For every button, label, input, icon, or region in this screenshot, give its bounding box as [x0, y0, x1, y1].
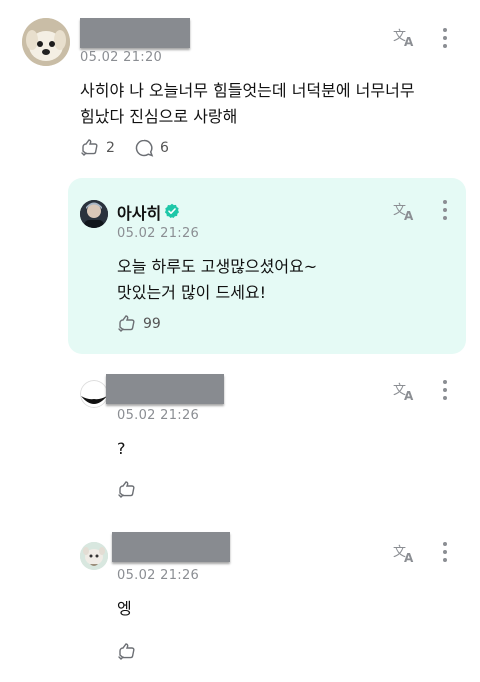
avatar[interactable]: [80, 380, 108, 408]
avatar[interactable]: [80, 200, 108, 228]
translate-icon[interactable]: 文 A: [393, 542, 417, 564]
reply-timestamp: 05.02 21:26: [117, 568, 200, 583]
like-icon: [118, 481, 135, 498]
reply: 05.02 21:26 文 A ?: [0, 368, 480, 518]
comment-button[interactable]: 6: [134, 138, 169, 158]
like-count: 2: [106, 140, 115, 156]
post-timestamp: 05.02 21:20: [80, 50, 163, 65]
redacted-username: [106, 374, 224, 404]
avatar[interactable]: [22, 18, 70, 66]
reply-text: 엥: [117, 599, 132, 618]
svg-text:A: A: [404, 389, 414, 402]
like-icon: [81, 139, 98, 156]
like-count: 99: [143, 316, 161, 332]
more-vertical-icon[interactable]: [442, 380, 448, 400]
like-button[interactable]: 99: [117, 314, 161, 334]
like-button[interactable]: 2: [80, 138, 115, 158]
artist-name[interactable]: 아사히: [117, 200, 161, 224]
translate-icon[interactable]: 文 A: [393, 26, 417, 48]
comment-icon: [135, 139, 154, 157]
like-button[interactable]: [117, 642, 143, 662]
redacted-username: [80, 18, 190, 48]
artist-reply: 아사히 05.02 21:26 文 A 오늘 하루도 고생많으셨어요~ 맛있는거…: [0, 178, 480, 354]
reply: 05.02 21:26 文 A 엥: [0, 530, 480, 680]
avatar[interactable]: [80, 542, 108, 570]
verified-badge-icon: [164, 203, 179, 218]
like-icon: [118, 643, 135, 660]
reply-text: 오늘 하루도 고생많으셨어요~ 맛있는거 많이 드세요!: [117, 257, 318, 302]
fan-post: 05.02 21:20 文 A 사히야 나 오늘너무 힘들엇는데 너덕분에 너무…: [0, 0, 480, 170]
more-vertical-icon[interactable]: [442, 542, 448, 562]
like-button[interactable]: [117, 480, 143, 500]
translate-icon[interactable]: 文 A: [393, 200, 417, 222]
reply-timestamp: 05.02 21:26: [117, 408, 200, 423]
like-icon: [118, 315, 135, 332]
comment-count: 6: [160, 140, 169, 156]
more-vertical-icon[interactable]: [442, 28, 448, 48]
svg-text:A: A: [404, 35, 414, 48]
redacted-username: [112, 532, 230, 562]
post-text: 사히야 나 오늘너무 힘들엇는데 너덕분에 너무너무 힘났다 진심으로 사랑해: [80, 81, 415, 126]
more-vertical-icon[interactable]: [442, 200, 448, 220]
reply-timestamp: 05.02 21:26: [117, 226, 200, 241]
svg-text:A: A: [404, 209, 414, 222]
svg-text:A: A: [404, 551, 414, 564]
translate-icon[interactable]: 文 A: [393, 380, 417, 402]
reply-text: ?: [117, 439, 126, 458]
